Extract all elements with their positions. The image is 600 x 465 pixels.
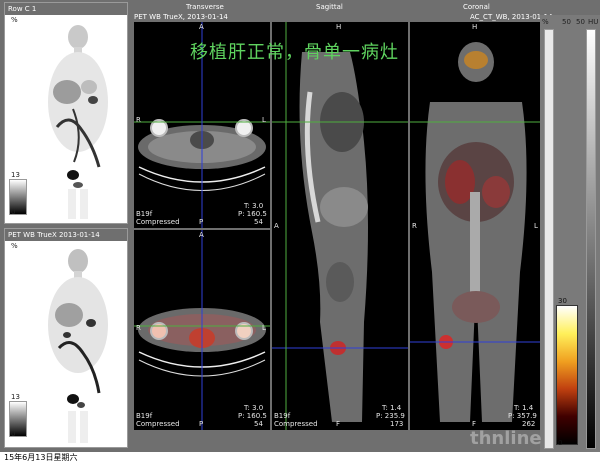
compressed-label: Compressed: [136, 218, 180, 226]
colorbar-max: 30: [558, 297, 567, 305]
slice-number: 173: [390, 420, 404, 428]
percent-label: %: [11, 16, 18, 24]
kernel-label: B19f: [136, 412, 153, 420]
mip-image-bottom[interactable]: [29, 243, 127, 447]
orient-r-coronal: R: [412, 222, 417, 230]
orient-h-sagittal: H: [336, 23, 342, 31]
orient-a-sagittal: A: [274, 222, 279, 230]
mip-panel-bottom-title: PET WB TrueX 2013-01-14: [5, 229, 127, 241]
orient-l-top: L: [262, 116, 266, 124]
orient-l-bottom: L: [262, 324, 266, 332]
pet-ct-axial-bottom: [134, 230, 270, 430]
scroll-track-left[interactable]: [544, 29, 554, 449]
colorbar-min: 0: [558, 439, 563, 447]
percent-label: %: [11, 242, 18, 250]
date-footer: 15年6月13日星期六: [4, 453, 78, 462]
series-info-left: PET WB TrueX, 2013-01-14: [134, 13, 228, 21]
right-tool-panel: % 50 50 HU 30 0: [540, 15, 600, 452]
position-label: P: 235.9: [376, 412, 405, 420]
pet-color-bar[interactable]: [556, 305, 578, 445]
thickness-label: T: 1.4: [514, 404, 534, 412]
scale-min-bottom: 0: [11, 430, 16, 438]
scale-max-top: 13: [11, 171, 20, 179]
kernel-label: B19f: [136, 210, 153, 218]
kernel-label: B19f: [274, 412, 291, 420]
orient-r-top: R: [136, 116, 141, 124]
compressed-label: Compressed: [274, 420, 318, 428]
orient-a-bottom: A: [199, 231, 204, 239]
pet-ct-sagittal: [272, 22, 408, 430]
position-label: P: 357.9: [508, 412, 537, 420]
orient-p-top: P: [199, 218, 204, 226]
scroll-track-right[interactable]: [586, 29, 596, 449]
orient-r-bottom: R: [136, 324, 141, 332]
viewport-sagittal[interactable]: H F A B19f Compressed T: 1.4 P: 235.9 17…: [272, 22, 408, 430]
percent-label: %: [542, 18, 549, 26]
window-width-value: 50: [576, 18, 585, 26]
mip-panel-bottom[interactable]: PET WB TrueX 2013-01-14 % 13 0: [4, 228, 128, 448]
slice-number: 54: [254, 420, 263, 428]
orient-h-coronal: H: [472, 23, 478, 31]
orient-l-coronal: L: [534, 222, 538, 230]
orient-f-coronal: F: [472, 420, 477, 428]
window-level-value: 50: [562, 18, 571, 26]
mip-body-bottom: [48, 249, 108, 443]
thickness-label: T: 3.0: [244, 404, 264, 412]
tab-coronal[interactable]: Coronal: [463, 3, 490, 12]
site-watermark: thnline: [470, 428, 542, 449]
scale-min-top: 0: [11, 208, 16, 216]
mip-panel-top[interactable]: Row C 1 % 13 0: [4, 2, 128, 224]
diagnosis-annotation: 移植肝正常，骨单一病灶: [190, 42, 399, 63]
slice-number: 262: [522, 420, 536, 428]
tab-sagittal[interactable]: Sagittal: [316, 3, 343, 12]
thickness-label: T: 1.4: [382, 404, 402, 412]
tab-transverse[interactable]: Transverse: [186, 3, 224, 12]
compressed-label: Compressed: [136, 420, 180, 428]
mip-body-top: [48, 25, 108, 219]
orient-p-bottom: P: [199, 420, 204, 428]
position-label: P: 160.5: [238, 210, 267, 218]
thickness-label: T: 3.0: [244, 202, 264, 210]
scale-max-bottom: 13: [11, 393, 20, 401]
slice-number: 54: [254, 218, 263, 226]
hu-label: HU: [588, 18, 599, 26]
viewer-app: Row C 1 % 13 0 PET WB TrueX 2013-01-14 %…: [0, 0, 600, 452]
orient-f-sagittal: F: [336, 420, 341, 428]
viewport-transverse-bottom[interactable]: A R L P B19f Compressed T: 3.0 P: 160.5 …: [134, 230, 270, 430]
position-label: P: 160.5: [238, 412, 267, 420]
viewport-coronal[interactable]: H R L F T: 1.4 P: 357.9 262: [410, 22, 542, 430]
orient-a-top: A: [199, 23, 204, 31]
mip-image-top[interactable]: [29, 17, 127, 222]
mip-panel-top-title: Row C 1: [5, 3, 127, 15]
pet-ct-coronal: [410, 42, 542, 422]
